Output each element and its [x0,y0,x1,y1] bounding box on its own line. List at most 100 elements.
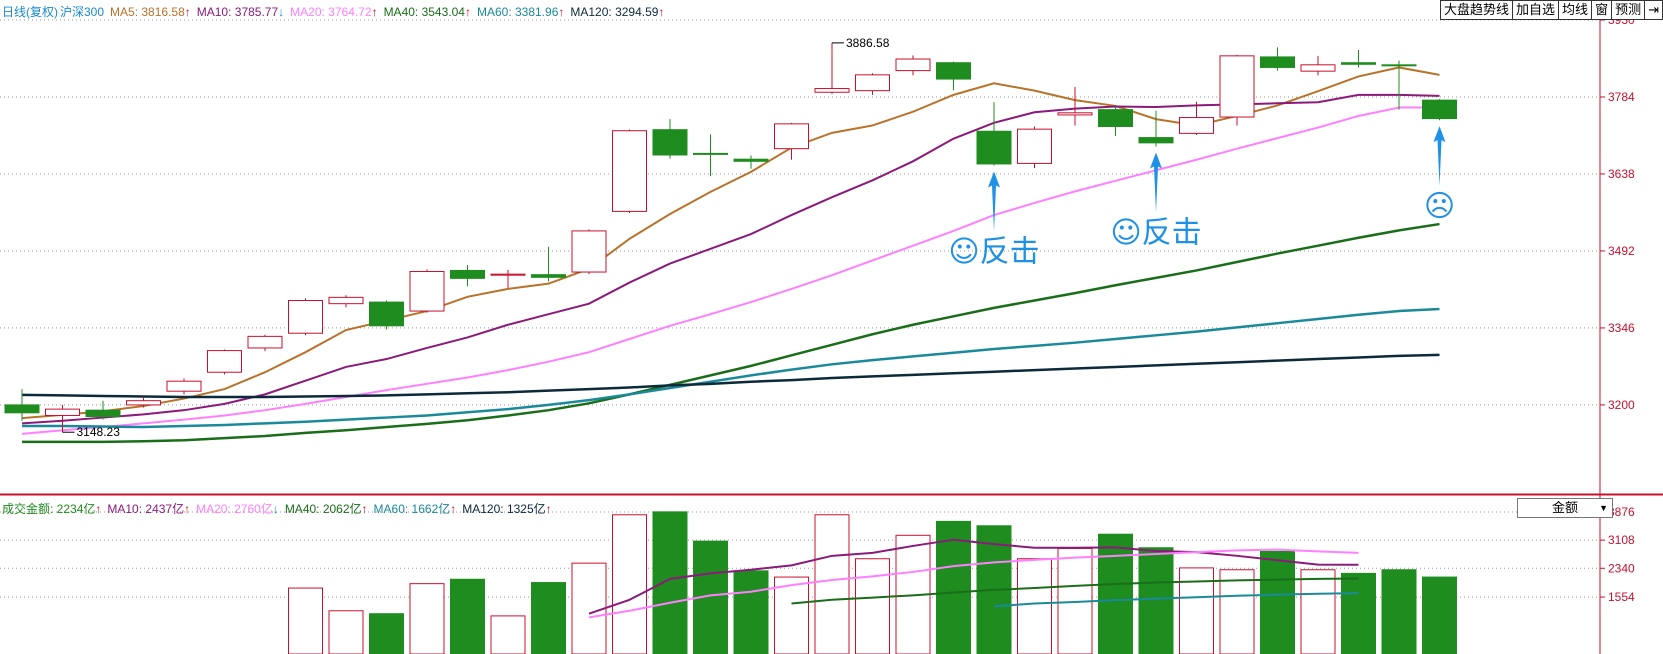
candle-body [1422,99,1457,120]
low-label: 3148.23 [77,425,121,439]
volume-bar [1138,547,1174,654]
candle-body [936,62,971,80]
annotation-note: ☺反击 [1110,216,1201,251]
volume-bar [1422,576,1457,654]
candle-body [652,129,688,156]
ma-legend-arrow: ↑ [184,502,191,516]
candle-body [207,350,242,373]
price-ma-line [21,93,1440,425]
volume-tick-label: 1554 [1608,590,1635,604]
candle-body [1138,137,1174,144]
candle-body [85,409,121,418]
kline-chart[interactable]: 3200334634923638378439301554234031083876… [0,0,1663,654]
candle-body [733,158,769,162]
price-tick-label: 3784 [1608,90,1635,104]
candle-body [288,300,323,334]
price-tick-label: 3638 [1608,167,1635,181]
annotation-note: ☹ [1424,189,1455,224]
candle-body [369,301,404,327]
ma-legend-arrow: ↑ [658,5,665,19]
candle-body [247,335,283,349]
ma-legend-arrow: ↑ [558,5,565,19]
candle-body [126,400,161,406]
ma-legend-label: MA10: 3785.77 [196,5,279,19]
ma-legend-arrow: ↑ [184,5,191,19]
volume-bar [450,578,485,654]
toolbar: 大盘趋势线 加自选 均线 窗 预测 ⇥ [1440,0,1663,20]
ma-legend-arrow: ↑ [371,5,378,19]
candle-body [1300,64,1336,72]
candle-body [328,296,364,305]
forecast-button[interactable]: 预测 [1611,0,1646,20]
ma-legend-label: MA40: 3543.04 [383,5,465,19]
candle-body [976,130,1012,165]
candle-body [1179,117,1214,134]
candle-body [1098,109,1133,128]
ma-legend-item: MA10: 2437亿↑ [107,502,196,516]
exit-icon[interactable]: ⇥ [1644,0,1663,20]
ma-legend-arrow: ↑ [361,502,368,516]
volume-bar [531,582,566,654]
volume-bar [328,610,364,654]
add-favorite-button[interactable]: 加自选 [1512,0,1560,20]
candle-body [1219,55,1255,118]
ma-legend-arrow: ↑ [464,5,471,19]
annotation-arrow [988,171,1000,232]
candle-body [895,58,931,72]
ma-legend-label: MA5: 3816.58 [110,5,185,19]
volume-bar [733,570,769,654]
candle-body [1017,128,1052,164]
ma-legend-label: MA40: 2062亿 [284,502,362,516]
price-tick-label: 3346 [1608,321,1635,335]
price-ma-line [22,222,1440,444]
ma-legend-item: MA5: 3816.58↑ [110,5,197,19]
ma-legend-item: MA60: 3381.96↑ [477,5,570,19]
ma-legend-arrow: ↓ [272,502,279,516]
candle-body [409,271,445,312]
ma-legend-label: MA10: 2437亿 [107,502,185,516]
volume-bar [1341,572,1376,654]
volume-bar [369,613,404,654]
candle-body [571,230,607,273]
candle-body [1381,64,1417,67]
volume-bar [652,511,688,654]
ma-legend-item: MA10: 3785.77↓ [197,5,290,19]
volume-title: 成交金额: 2234亿 [2,502,96,516]
volume-title-arrow: ↑ [95,502,102,516]
candle-body [1057,112,1093,116]
ma-legend-item: MA120: 1325亿↑ [462,502,557,516]
candle-body [814,88,850,93]
ma-legend-arrow: ↑ [545,502,552,516]
chevron-down-icon: ▼ [1599,503,1608,513]
price-tick-label: 3200 [1608,398,1635,412]
candle-body [693,152,728,155]
volume-type-select[interactable]: 金额 ▼ [1517,498,1613,518]
ma-legend-item: MA60: 1662亿↑ [374,502,463,516]
ma-button[interactable]: 均线 [1558,0,1593,20]
candle-body [774,123,809,150]
volume-bar [774,576,809,654]
period-label: 日线(复权) [2,5,58,19]
candle-body [450,269,485,279]
volume-legend: 成交金额: 2234亿↑ MA10: 2437亿↑ MA20: 2760亿↓ MA40… [2,500,564,517]
ma-legend-item: MA40: 2062亿↑ [285,502,374,516]
volume-bar [1219,569,1255,654]
volume-bar [1098,533,1133,654]
candle-body [1341,62,1376,65]
candle-body [612,130,647,212]
ma-legend-label: MA20: 2760亿 [196,502,273,516]
volume-tick-label: 3108 [1608,533,1635,547]
ma-legend-label: MA60: 1662亿 [373,502,451,516]
trend-line-button[interactable]: 大盘趋势线 [1440,0,1514,20]
annotation-arrow [1150,152,1162,213]
ma-legend-item: MA20: 2760亿↓ [196,502,285,516]
volume-bar [288,587,323,654]
price-tick-label: 3492 [1608,244,1635,258]
window-button[interactable]: 窗 [1591,0,1613,20]
volume-bar [612,514,647,654]
high-label: 3886.58 [846,36,890,50]
ma-legend-label: MA120: 3294.59 [570,5,659,19]
volume-bar [409,583,445,654]
annotation-arrow [1433,126,1446,187]
candle-body [531,274,566,278]
